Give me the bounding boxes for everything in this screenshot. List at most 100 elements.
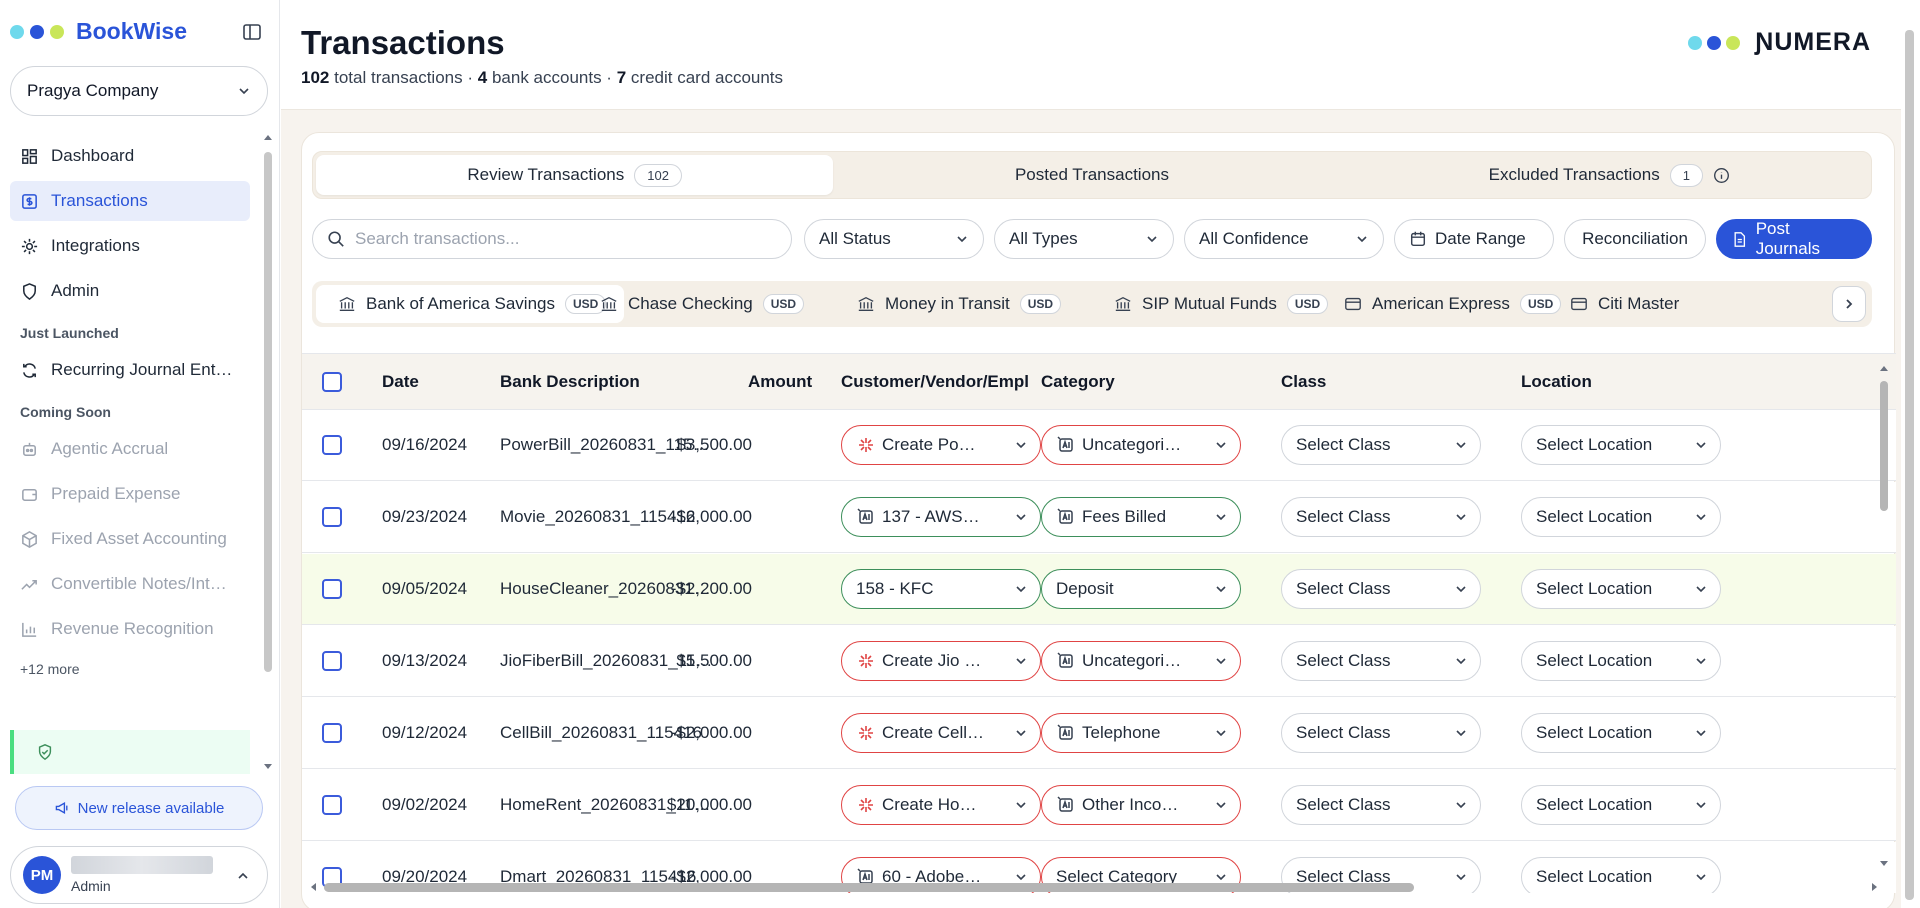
account-tab-american-express[interactable]: American Express USD — [1322, 285, 1579, 323]
transaction-amount: $3,500.00 — [676, 435, 752, 454]
table-vertical-scrollbar[interactable] — [1878, 363, 1890, 873]
partner-logo-text: ƝUMERA — [1755, 28, 1871, 56]
row-checkbox[interactable] — [322, 723, 342, 743]
chevron-down-icon — [1456, 442, 1466, 449]
location-dropdown[interactable]: Select Location — [1521, 497, 1721, 537]
column-header-amount[interactable]: Amount — [748, 372, 812, 392]
customer-vendor-dropdown[interactable]: Create Ho… — [841, 785, 1041, 825]
chevron-down-icon — [1147, 236, 1157, 243]
sidebar-item-dashboard[interactable]: Dashboard — [10, 136, 250, 176]
customer-vendor-dropdown[interactable]: Create Po… — [841, 425, 1041, 465]
dropdown-value: Create Cell… — [882, 723, 985, 742]
sidebar-item-convertible-notes[interactable]: Convertible Notes/Int… — [10, 564, 250, 604]
row-checkbox[interactable] — [322, 651, 342, 671]
class-dropdown[interactable]: Select Class — [1281, 569, 1481, 609]
class-dropdown[interactable]: Select Class — [1281, 497, 1481, 537]
table-row[interactable]: 09/05/2024 HouseCleaner_20260831… -$2,200.… — [302, 554, 1896, 625]
more-features-link[interactable]: +12 more — [10, 654, 250, 684]
class-dropdown[interactable]: Select Class — [1281, 785, 1481, 825]
ai-icon — [1057, 652, 1073, 668]
ai-icon — [1057, 796, 1073, 812]
account-tab-sip-mutual-funds[interactable]: SIP Mutual Funds USD — [1092, 285, 1346, 323]
category-dropdown[interactable]: Uncategori… — [1041, 641, 1241, 681]
class-dropdown[interactable]: Select Class — [1281, 425, 1481, 465]
sidebar-collapse-icon[interactable] — [242, 22, 262, 42]
user-menu[interactable]: PM Admin — [10, 846, 268, 904]
row-checkbox[interactable] — [322, 579, 342, 599]
confidence-filter[interactable]: All Confidence — [1184, 219, 1384, 259]
column-header-location[interactable]: Location — [1521, 372, 1592, 392]
sidebar-item-label: Dashboard — [51, 146, 135, 165]
table-row[interactable]: 09/12/2024 CellBill_20260831_115416 -$2,00… — [302, 698, 1896, 769]
location-dropdown[interactable]: Select Location — [1521, 425, 1721, 465]
tab-review-transactions[interactable]: Review Transactions 102 — [316, 155, 834, 195]
reconciliation-button[interactable]: Reconciliation — [1564, 219, 1706, 259]
sidebar-item-recurring-journal[interactable]: Recurring Journal Ent… — [10, 350, 250, 390]
category-dropdown[interactable]: Telephone — [1041, 713, 1241, 753]
account-tab-money-in-transit[interactable]: Money in Transit USD — [835, 285, 1079, 323]
type-filter[interactable]: All Types — [994, 219, 1174, 259]
customer-vendor-dropdown[interactable]: Create Jio … — [841, 641, 1041, 681]
customer-vendor-dropdown[interactable]: Create Cell… — [841, 713, 1041, 753]
sidebar-scrollbar[interactable] — [263, 132, 273, 772]
column-header-category[interactable]: Category — [1041, 372, 1115, 392]
category-dropdown[interactable]: Other Inco… — [1041, 785, 1241, 825]
post-journals-button[interactable]: Post Journals — [1716, 219, 1872, 259]
row-checkbox[interactable] — [322, 795, 342, 815]
row-checkbox[interactable] — [322, 435, 342, 455]
total-label: total transactions · — [334, 68, 474, 87]
table-horizontal-scrollbar[interactable] — [302, 879, 1896, 895]
category-dropdown[interactable]: Uncategori… — [1041, 425, 1241, 465]
page-scrollbar[interactable] — [1901, 0, 1920, 908]
search-input[interactable] — [355, 229, 755, 249]
scrollbar-thumb[interactable] — [264, 152, 272, 672]
row-checkbox[interactable] — [322, 507, 342, 527]
logo-dot — [1707, 35, 1722, 50]
column-header-description[interactable]: Bank Description — [500, 372, 640, 392]
info-icon[interactable] — [1713, 167, 1730, 184]
tab-posted-transactions[interactable]: Posted Transactions — [833, 155, 1350, 195]
date-range-button[interactable]: Date Range — [1394, 219, 1554, 259]
brand-logo[interactable]: BookWise — [10, 18, 187, 45]
select-all-checkbox[interactable] — [322, 372, 342, 392]
table-row[interactable]: 09/13/2024 JioFiberBill_20260831_11… $5,50… — [302, 626, 1896, 697]
customer-vendor-dropdown[interactable]: 158 - KFC — [841, 569, 1041, 609]
column-header-customer-vendor[interactable]: Customer/Vendor/Empl — [841, 372, 1029, 392]
sidebar-item-integrations[interactable]: Integrations — [10, 226, 250, 266]
sidebar-item-revenue-recognition[interactable]: Revenue Recognition — [10, 609, 250, 649]
accounts-scroll-right-button[interactable] — [1832, 286, 1866, 322]
table-row[interactable]: 09/23/2024 Movie_20260831_115416 -$2,000.0… — [302, 482, 1896, 553]
sidebar-item-prepaid-expense[interactable]: Prepaid Expense — [10, 474, 250, 514]
transactions-card: Review Transactions 102 Posted Transacti… — [301, 132, 1896, 908]
customer-vendor-dropdown[interactable]: 137 - AWS… — [841, 497, 1041, 537]
column-header-date[interactable]: Date — [382, 372, 419, 392]
account-tab-chase-checking[interactable]: Chase Checking USD — [578, 285, 822, 323]
table-row[interactable]: 09/16/2024 PowerBill_20260831_115… $3,500.… — [302, 410, 1896, 481]
scrollbar-thumb[interactable] — [1905, 30, 1914, 900]
class-dropdown[interactable]: Select Class — [1281, 713, 1481, 753]
sidebar-item-fixed-asset[interactable]: Fixed Asset Accounting — [10, 519, 250, 559]
transaction-date: 09/13/2024 — [382, 651, 468, 670]
scrollbar-thumb[interactable] — [1880, 381, 1888, 511]
sidebar-item-agentic-accrual[interactable]: Agentic Accrual — [10, 429, 250, 469]
transaction-date: 09/16/2024 — [382, 435, 468, 454]
sidebar-item-admin[interactable]: Admin — [10, 271, 250, 311]
column-header-class[interactable]: Class — [1281, 372, 1326, 392]
status-filter[interactable]: All Status — [804, 219, 984, 259]
scrollbar-thumb[interactable] — [324, 883, 1414, 892]
location-dropdown[interactable]: Select Location — [1521, 641, 1721, 681]
transaction-date: 09/12/2024 — [382, 723, 468, 742]
location-dropdown[interactable]: Select Location — [1521, 713, 1721, 753]
shield-check-icon — [38, 744, 52, 761]
tab-excluded-transactions[interactable]: Excluded Transactions 1 — [1351, 155, 1868, 195]
new-release-button[interactable]: New release available — [15, 786, 263, 830]
category-dropdown[interactable]: Deposit — [1041, 569, 1241, 609]
class-dropdown[interactable]: Select Class — [1281, 641, 1481, 681]
sidebar-item-transactions[interactable]: Transactions — [10, 181, 250, 221]
table-row[interactable]: 09/02/2024 HomeRent_20260831_11… $20,000.0… — [302, 770, 1896, 841]
category-dropdown[interactable]: Fees Billed — [1041, 497, 1241, 537]
account-tab-citi-master[interactable]: Citi Master — [1548, 285, 1697, 323]
location-dropdown[interactable]: Select Location — [1521, 569, 1721, 609]
company-selector[interactable]: Pragya Company — [10, 66, 268, 116]
location-dropdown[interactable]: Select Location — [1521, 785, 1721, 825]
